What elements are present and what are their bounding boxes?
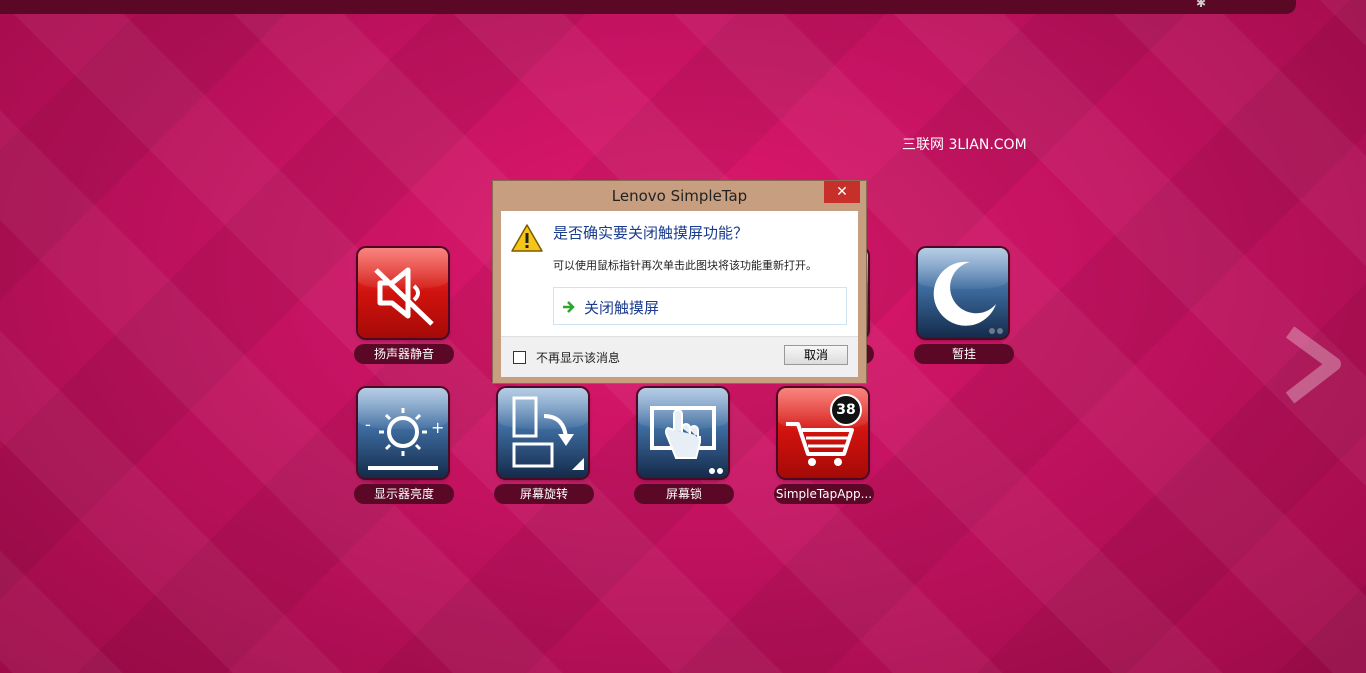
tile-label: 屏幕旋转 bbox=[494, 484, 594, 504]
tile-label: 显示器亮度 bbox=[354, 484, 454, 504]
rotate-screen-icon bbox=[498, 388, 588, 478]
speaker-mute-icon bbox=[358, 248, 448, 338]
next-page-arrow-icon[interactable] bbox=[1284, 326, 1344, 406]
screen-lock-icon bbox=[638, 388, 728, 478]
command-label: 关闭触摸屏 bbox=[584, 299, 660, 317]
warning-icon bbox=[511, 224, 543, 252]
dialog-footer: 不再显示该消息 取消 bbox=[501, 336, 858, 377]
close-button[interactable]: ✕ bbox=[824, 181, 860, 203]
tile-label: 暂挂 bbox=[914, 344, 1014, 364]
brightness-icon: - + bbox=[358, 388, 448, 478]
svg-text:+: + bbox=[431, 418, 444, 437]
cancel-button[interactable]: 取消 bbox=[784, 345, 848, 365]
disable-touchscreen-command[interactable]: 关闭触摸屏 bbox=[553, 287, 847, 325]
dialog-body: 是否确实要关闭触摸屏功能？ 可以使用鼠标指针再次单击此图块将该功能重新打开。 关… bbox=[501, 211, 858, 377]
confirm-dialog: Lenovo SimpleTap ✕ 是否确实要关闭触摸屏功能？ 可以使用鼠标指… bbox=[492, 180, 867, 384]
top-bar: ✱ bbox=[0, 0, 1296, 14]
pin-icon[interactable]: ✱ bbox=[1196, 0, 1206, 10]
shopping-cart-icon: 38 bbox=[778, 388, 868, 478]
notification-badge: 38 bbox=[830, 394, 862, 426]
watermark: 三联网 3LIAN.COM bbox=[902, 137, 1027, 153]
green-arrow-icon bbox=[563, 301, 575, 313]
moon-icon bbox=[918, 248, 1008, 338]
dont-show-checkbox[interactable] bbox=[513, 351, 526, 364]
svg-text:-: - bbox=[365, 415, 371, 434]
tile-label: 扬声器静音 bbox=[354, 344, 454, 364]
dialog-heading: 是否确实要关闭触摸屏功能？ bbox=[553, 224, 749, 242]
dialog-title: Lenovo SimpleTap bbox=[611, 187, 748, 205]
tile-label: 屏幕锁 bbox=[634, 484, 734, 504]
checkbox-label: 不再显示该消息 bbox=[536, 351, 621, 365]
tile-label: SimpleTapApp... bbox=[774, 484, 874, 504]
dialog-subtext: 可以使用鼠标指针再次单击此图块将该功能重新打开。 bbox=[553, 259, 817, 272]
